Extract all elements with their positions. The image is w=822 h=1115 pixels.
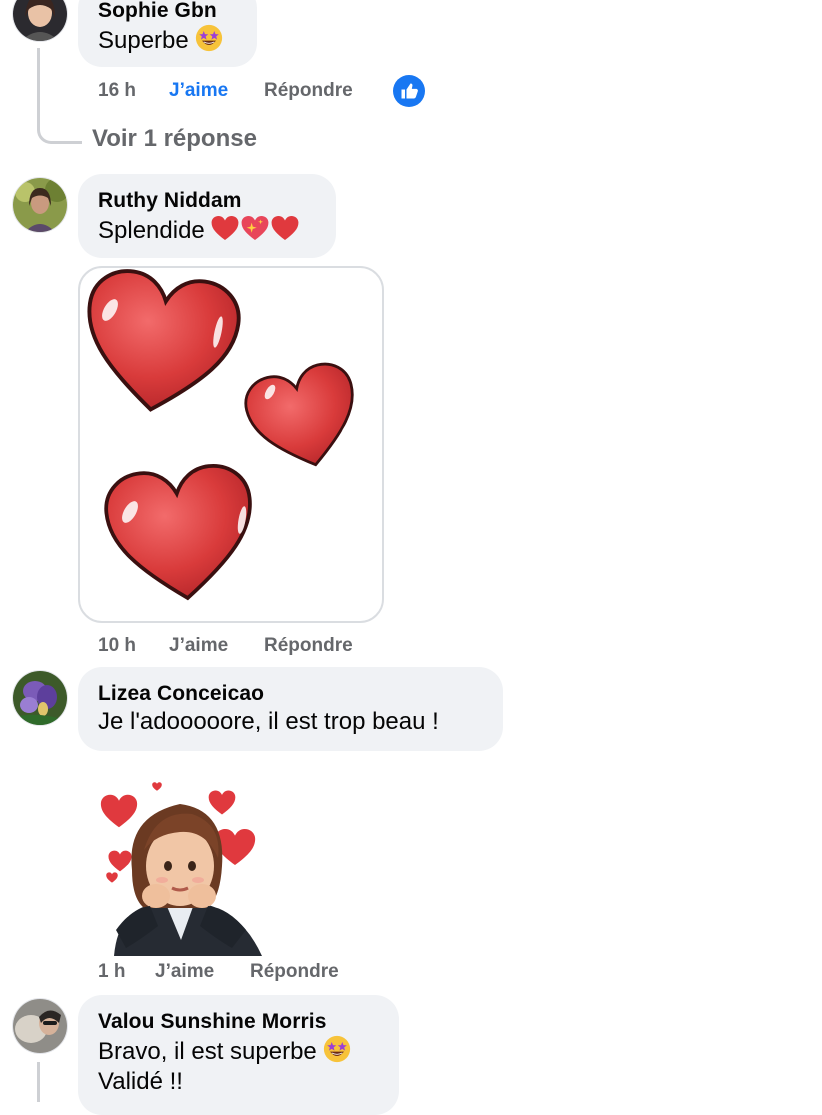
red-heart-emoji: [211, 214, 239, 242]
reply-button[interactable]: Répondre: [264, 80, 353, 102]
view-replies-link[interactable]: Voir 1 réponse: [92, 125, 257, 153]
like-button[interactable]: J’aime: [169, 80, 228, 102]
red-heart-emoji: [271, 214, 299, 242]
star-struck-emoji: [323, 1035, 351, 1063]
star-struck-emoji: [195, 24, 223, 52]
avatar[interactable]: [12, 998, 68, 1054]
comment-actions: 16 h J’aime Répondre: [98, 80, 438, 108]
avatar-with-hearts-sticker[interactable]: [96, 780, 266, 958]
reply-button[interactable]: Répondre: [264, 635, 353, 657]
comment-time[interactable]: 1 h: [98, 961, 125, 983]
like-button[interactable]: J’aime: [169, 635, 228, 657]
like-button[interactable]: J’aime: [155, 961, 214, 983]
comment-text: Je l'adooooore, il est trop beau !: [98, 708, 439, 735]
avatar[interactable]: [12, 670, 68, 726]
comment-text-line1: Bravo, il est superbe: [98, 1038, 317, 1065]
thread-connector: [37, 1062, 40, 1102]
comment-time[interactable]: 16 h: [98, 80, 136, 102]
comment-actions: 10 h J’aime Répondre: [98, 635, 398, 663]
comment-author[interactable]: Sophie Gbn: [98, 0, 237, 24]
comment-author[interactable]: Ruthy Niddam: [98, 188, 316, 214]
reply-button[interactable]: Répondre: [250, 961, 339, 983]
three-red-hearts-sticker[interactable]: [78, 266, 384, 623]
sparkling-heart-emoji: [241, 214, 269, 242]
comment-actions: 1 h J’aime Répondre: [98, 961, 398, 989]
comment-time[interactable]: 10 h: [98, 635, 136, 657]
avatar[interactable]: [12, 0, 68, 42]
comment-bubble: Sophie Gbn Superbe: [78, 0, 257, 67]
like-reaction-icon[interactable]: [393, 75, 425, 107]
comment-author[interactable]: Valou Sunshine Morris: [98, 1009, 379, 1035]
comment-bubble: Ruthy Niddam Splendide: [78, 174, 336, 258]
comment-author[interactable]: Lizea Conceicao: [98, 681, 483, 707]
comment-bubble: Lizea Conceicao Je l'adooooore, il est t…: [78, 667, 503, 751]
thread-connector: [37, 48, 82, 144]
comment-text: Superbe: [98, 27, 189, 54]
avatar[interactable]: [12, 177, 68, 233]
comment-text: Splendide: [98, 217, 205, 244]
comment-bubble: Valou Sunshine Morris Bravo, il est supe…: [78, 995, 399, 1115]
comment-text-line2: Validé !!: [98, 1068, 183, 1095]
